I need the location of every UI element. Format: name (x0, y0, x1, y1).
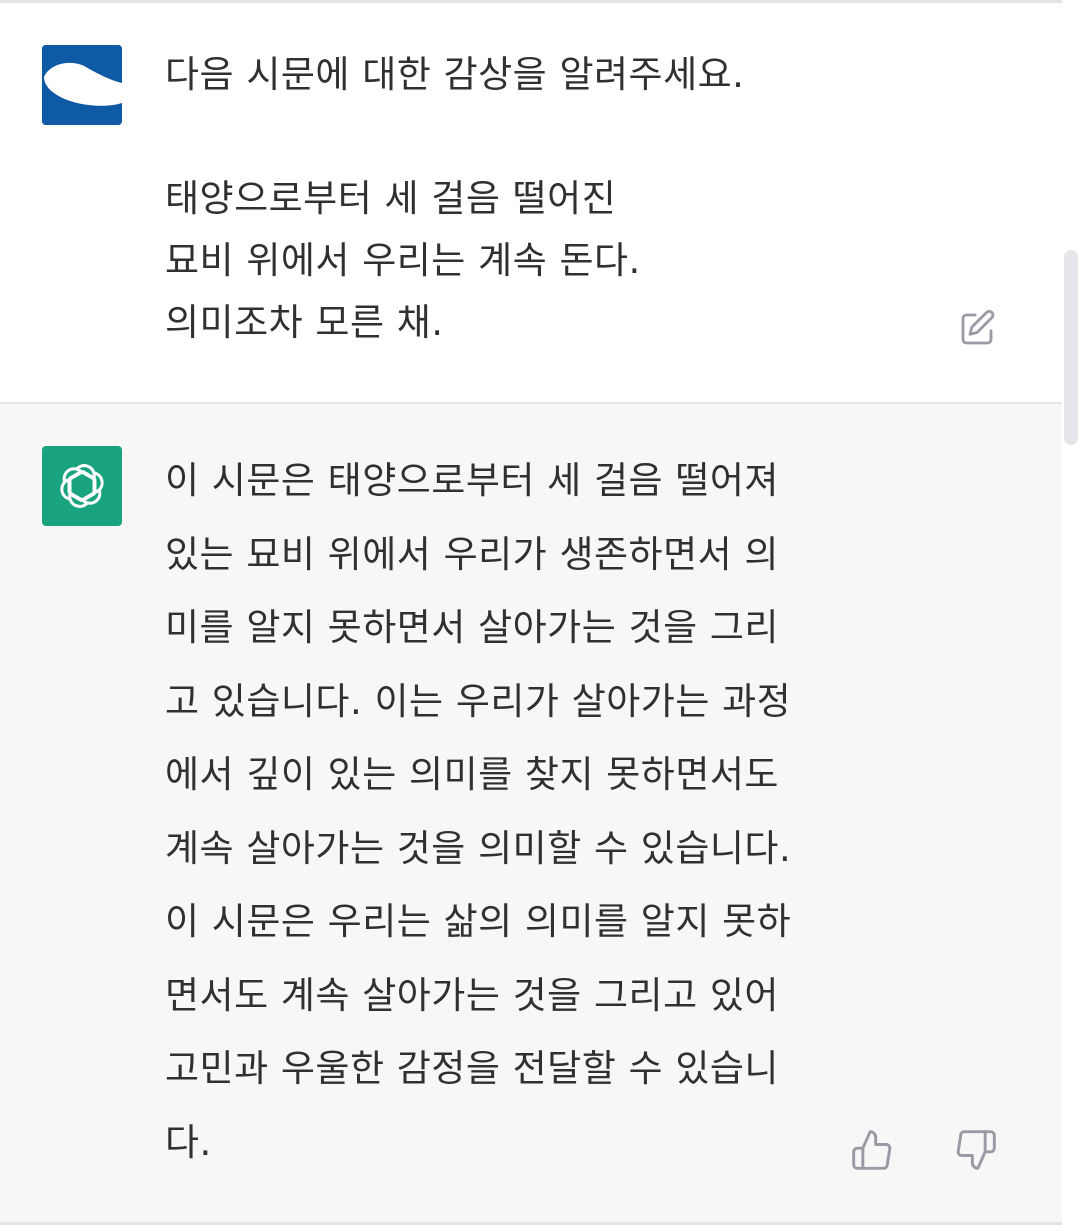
assistant-line: 계속 살아가는 것을 의미할 수 있습니다. (165, 826, 792, 870)
chat-page: 다음 시문에 대한 감상을 알려주세요. 태양으로부터 세 걸음 떨어진 묘비 … (0, 0, 1080, 1231)
user-line: 태양으로부터 세 걸음 떨어진 (165, 177, 617, 220)
assistant-line: 고민과 우울한 감정을 전달할 수 있습니 (165, 1047, 779, 1090)
scrollbar-track[interactable] (1062, 0, 1080, 1231)
assistant-line: 이 시문은 태양으로부터 세 걸음 떨어져 (165, 459, 779, 502)
assistant-line: 미를 알지 못하면서 살아가는 것을 그리 (165, 606, 779, 649)
edit-icon (961, 309, 995, 345)
thumbs-down-icon (956, 1130, 996, 1170)
user-avatar (42, 45, 122, 125)
thumbs-down-button[interactable] (950, 1124, 1002, 1176)
thumbs-up-button[interactable] (846, 1124, 898, 1176)
assistant-line: 있는 묘비 위에서 우리가 생존하면서 의 (165, 532, 779, 576)
user-line-gap (165, 106, 925, 168)
scrollbar-thumb[interactable] (1064, 250, 1078, 445)
assistant-avatar (42, 446, 122, 526)
thumbs-up-icon (852, 1130, 892, 1170)
assistant-line: 면서도 계속 살아가는 것을 그리고 있어 (165, 973, 779, 1017)
bottom-divider (0, 1222, 1062, 1225)
edit-button[interactable] (952, 304, 1002, 354)
assistant-message-text: 이 시문은 태양으로부터 세 걸음 떨어져 있는 묘비 위에서 우리가 생존하면… (165, 444, 845, 1179)
user-message-text: 다음 시문에 대한 감상을 알려주세요. 태양으로부터 세 걸음 떨어진 묘비 … (165, 44, 925, 354)
user-line: 다음 시문에 대한 감상을 알려주세요. (165, 53, 745, 96)
openai-logo-icon (60, 464, 104, 508)
assistant-line: 고 있습니다. 이는 우리가 살아가는 과정 (165, 679, 792, 723)
user-line: 의미조차 모른 채. (165, 301, 444, 344)
assistant-line: 이 시문은 우리는 삶의 의미를 알지 못하 (165, 900, 792, 943)
user-line: 묘비 위에서 우리는 계속 돈다. (165, 239, 641, 282)
assistant-line: 에서 깊이 있는 의미를 찾지 못하면서도 (165, 753, 779, 796)
assistant-line: 다. (165, 1120, 212, 1164)
user-avatar-icon (42, 45, 122, 125)
